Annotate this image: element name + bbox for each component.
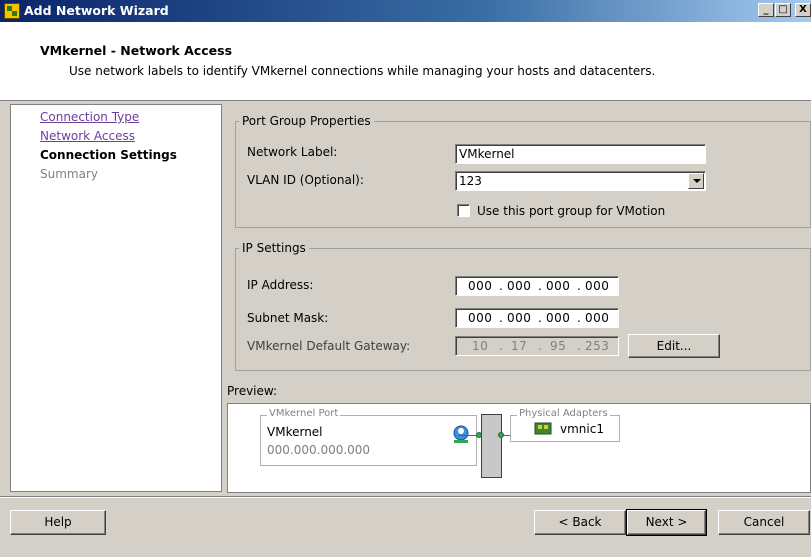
- vmkernel-port-name: VMkernel: [267, 425, 323, 439]
- physical-adapters-caption: Physical Adapters: [517, 408, 610, 419]
- ip-settings-legend: IP Settings: [242, 241, 306, 255]
- gw-dot: .: [577, 339, 582, 353]
- mask-octet-2: 000: [507, 311, 532, 325]
- minimize-button[interactable]: _: [758, 3, 774, 17]
- mask-octet-1: 000: [468, 311, 493, 325]
- next-button[interactable]: Next >: [626, 509, 707, 536]
- vlan-id-combobox[interactable]: 123: [455, 171, 706, 191]
- wizard-steps-panel: Connection Type Network Access Connectio…: [10, 104, 222, 492]
- gateway-input: 10 . 17 . 95 . 253: [455, 336, 619, 356]
- wizard-header: VMkernel - Network Access Use network la…: [0, 22, 811, 101]
- step-network-access[interactable]: Network Access: [40, 129, 135, 143]
- ip-octet-1: 000: [468, 279, 493, 293]
- vlan-id-value: 123: [459, 174, 482, 188]
- ip-address-input[interactable]: 000 . 000 . 000 . 000: [455, 276, 619, 296]
- page-title: VMkernel - Network Access: [40, 43, 233, 58]
- ip-octet-2: 000: [507, 279, 532, 293]
- subnet-mask-input[interactable]: 000 . 000 . 000 . 000: [455, 308, 619, 328]
- gw-octet-4: 253: [585, 339, 610, 353]
- vmkernel-port-caption: VMkernel Port: [267, 408, 341, 419]
- network-label-input[interactable]: VMkernel: [455, 144, 706, 164]
- ip-octet-4: 000: [585, 279, 610, 293]
- mask-octet-4: 000: [585, 311, 610, 325]
- footer-separator: [0, 496, 811, 498]
- wizard-app-icon: [4, 3, 20, 19]
- preview-diagram: VMkernel Port VMkernel 000.000.000.000 P…: [227, 403, 811, 493]
- physical-adapters-box: Physical Adapters vmnic1: [510, 408, 620, 442]
- mask-octet-3: 000: [546, 311, 571, 325]
- back-button[interactable]: < Back: [534, 510, 626, 535]
- ip-octet-3: 000: [546, 279, 571, 293]
- mask-dot: .: [577, 311, 582, 325]
- title-bar: Add Network Wizard _ □ X: [0, 0, 811, 22]
- gw-octet-2: 17: [511, 339, 528, 353]
- edit-gateway-button[interactable]: Edit...: [628, 334, 720, 358]
- mask-dot: .: [538, 311, 543, 325]
- gateway-label: VMkernel Default Gateway:: [247, 339, 411, 353]
- vmotion-checkbox[interactable]: [457, 204, 470, 217]
- window-title: Add Network Wizard: [24, 3, 169, 18]
- maximize-button[interactable]: □: [775, 3, 791, 17]
- network-label-label: Network Label:: [247, 145, 338, 159]
- vlan-id-label: VLAN ID (Optional):: [247, 173, 364, 187]
- ip-dot: .: [499, 279, 504, 293]
- vmkernel-globe-icon: [453, 425, 469, 443]
- ip-address-label: IP Address:: [247, 278, 314, 292]
- gw-dot: .: [538, 339, 543, 353]
- network-card-icon: [534, 422, 552, 435]
- port-group-legend: Port Group Properties: [242, 114, 371, 128]
- vmkernel-port-box: VMkernel Port VMkernel 000.000.000.000: [260, 408, 477, 466]
- mask-dot: .: [499, 311, 504, 325]
- ip-dot: .: [577, 279, 582, 293]
- subnet-mask-label: Subnet Mask:: [247, 311, 329, 325]
- step-connection-type[interactable]: Connection Type: [40, 110, 139, 124]
- help-button[interactable]: Help: [10, 510, 106, 535]
- step-summary: Summary: [40, 167, 98, 181]
- cancel-button[interactable]: Cancel: [718, 510, 810, 535]
- preview-label: Preview:: [227, 384, 278, 398]
- chevron-down-icon[interactable]: [688, 173, 704, 189]
- vmkernel-port-ip: 000.000.000.000: [267, 443, 371, 457]
- adapter-name: vmnic1: [560, 422, 604, 436]
- page-description: Use network labels to identify VMkernel …: [69, 64, 656, 78]
- close-button[interactable]: X: [795, 3, 811, 17]
- gw-octet-1: 10: [472, 339, 489, 353]
- step-connection-settings: Connection Settings: [40, 148, 177, 162]
- vmotion-checkbox-label[interactable]: Use this port group for VMotion: [477, 204, 665, 218]
- virtual-switch-icon: [481, 414, 502, 478]
- gw-octet-3: 95: [550, 339, 567, 353]
- ip-dot: .: [538, 279, 543, 293]
- gw-dot: .: [499, 339, 504, 353]
